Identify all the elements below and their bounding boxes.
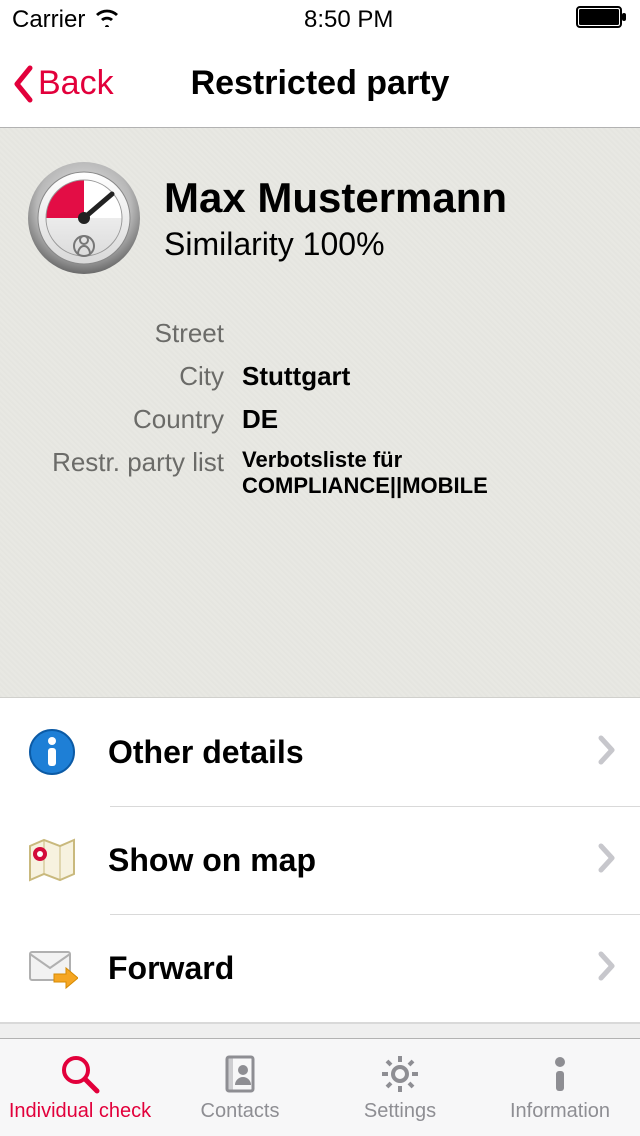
chevron-right-icon [598, 843, 616, 878]
action-show-on-map[interactable]: Show on map [0, 806, 640, 914]
chevron-left-icon [12, 65, 34, 103]
map-icon [24, 832, 80, 888]
tab-label: Contacts [201, 1100, 280, 1123]
battery-icon [576, 6, 628, 35]
nav-bar: Back Restricted party [0, 40, 640, 128]
party-name: Max Mustermann [164, 174, 507, 222]
tab-contacts[interactable]: Contacts [160, 1039, 320, 1136]
tab-label: Information [510, 1100, 610, 1123]
similarity-label: Similarity 100% [164, 226, 507, 263]
field-label-list: Restr. party list [24, 447, 224, 499]
back-label: Back [38, 64, 114, 103]
back-button[interactable]: Back [0, 64, 114, 103]
field-label-city: City [24, 361, 224, 392]
gear-icon [379, 1052, 421, 1096]
action-other-details[interactable]: Other details [0, 698, 640, 806]
carrier-label: Carrier [12, 6, 85, 34]
action-list: Other details Show on map [0, 698, 640, 1023]
field-value-country: DE [242, 404, 616, 435]
forward-mail-icon [24, 940, 80, 996]
tab-label: Settings [364, 1100, 436, 1123]
search-icon [59, 1052, 101, 1096]
tab-bar: Individual check Contacts Settings Infor… [0, 1038, 640, 1136]
field-value-city: Stuttgart [242, 361, 616, 392]
party-fields: Street City Stuttgart Country DE Restr. … [24, 318, 616, 499]
field-label-country: Country [24, 404, 224, 435]
gauge-icon [24, 158, 144, 278]
field-value-list: Verbotsliste für COMPLIANCE||MOBILE [242, 447, 616, 499]
action-label: Other details [108, 734, 570, 771]
status-time: 8:50 PM [304, 6, 393, 34]
status-bar: Carrier 8:50 PM [0, 0, 640, 40]
chevron-right-icon [598, 735, 616, 770]
tab-label: Individual check [9, 1100, 151, 1123]
action-label: Forward [108, 950, 570, 987]
action-forward[interactable]: Forward [0, 914, 640, 1022]
contacts-icon [219, 1052, 261, 1096]
wifi-icon [93, 6, 121, 34]
field-value-street [242, 318, 616, 349]
tab-settings[interactable]: Settings [320, 1039, 480, 1136]
action-label: Show on map [108, 842, 570, 879]
party-info-panel: Max Mustermann Similarity 100% Street Ci… [0, 128, 640, 698]
section-gap [0, 1023, 640, 1039]
tab-information[interactable]: Information [480, 1039, 640, 1136]
tab-individual-check[interactable]: Individual check [0, 1039, 160, 1136]
info-icon [24, 724, 80, 780]
info-icon [539, 1052, 581, 1096]
chevron-right-icon [598, 951, 616, 986]
field-label-street: Street [24, 318, 224, 349]
